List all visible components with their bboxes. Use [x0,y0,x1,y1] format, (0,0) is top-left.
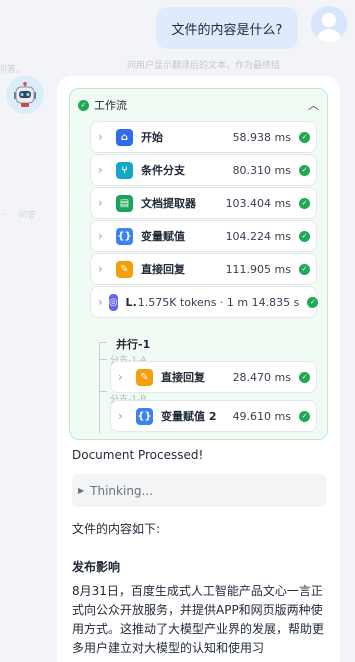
workflow-step[interactable]: › ⌂ 开始 58.938 ms ✓ [90,121,317,153]
home-icon: ⌂ [116,128,133,146]
check-circle-icon: ✓ [299,197,310,209]
thinking-label: Thinking... [90,483,153,498]
reply-icon: ✎ [116,260,133,278]
step-label: 条件分支 [141,164,185,177]
robot-icon [14,82,36,107]
answer-paragraph: 8月31日，百度生成式人工智能产品文心一言正式向公众开放服务，并提供APP和网页… [72,584,325,655]
step-label: 变量赋值 [141,230,185,243]
check-circle-icon: ✓ [307,296,319,308]
user-avatar [311,6,347,42]
step-time: 104.224 ms [225,229,291,243]
step-time: 49.610 ms [232,409,291,423]
chevron-right-icon: › [98,295,103,309]
user-message-text: 文件的内容是什么? [171,22,283,38]
processed-text: Document Processed! [72,448,204,462]
tree-connector [99,359,107,360]
chevron-right-icon: › [98,130,103,144]
step-label: 直接回复 [161,371,205,384]
chevron-right-icon: › [98,196,103,210]
thinking-toggle[interactable]: ▶ Thinking... [72,474,326,507]
step-time: 80.310 ms [232,163,291,177]
section-title: 发布影响 [72,560,121,574]
workflow-step[interactable]: › ◎ L . 1.575K tokens · 1 m 14.835 s ✓ [90,286,319,318]
bot-avatar [6,76,44,114]
chevron-up-icon[interactable]: ︿ [308,97,319,113]
workflow-title: 工作流 [94,99,127,112]
workflow-step[interactable]: › {} 变量赋值 2 49.610 ms ✓ [110,400,317,432]
background-text: 问答 [18,211,37,221]
chevron-right-icon: › [98,229,103,243]
step-time: 28.470 ms [232,370,291,384]
chevron-right-icon: › [98,163,103,177]
check-circle-icon: ✓ [299,164,310,176]
workflow-step[interactable]: › ⑂ 条件分支 80.310 ms ✓ [90,154,317,186]
chevron-right-icon: › [98,262,103,276]
workflow-header[interactable]: ✓ 工作流 ︿ [78,96,319,114]
content-intro: 文件的内容如下: [72,522,161,536]
step-label: L [125,295,133,309]
tree-connector [99,342,107,343]
variable-icon: {} [116,227,133,245]
check-circle-icon: ✓ [299,410,310,422]
user-message-bubble: 文件的内容是什么? [156,7,298,49]
check-circle-icon: ✓ [299,371,310,383]
step-time: 103.404 ms [225,196,291,210]
workflow-step[interactable]: › {} 变量赋值 104.224 ms ✓ [90,220,317,252]
step-label-ellipsis: . [132,295,137,309]
check-circle-icon: ✓ [299,263,310,275]
background-text: … [0,208,7,218]
step-label: 变量赋值 2 [161,410,217,423]
chevron-right-icon: › [118,370,123,384]
step-label: 文档提取器 [141,197,196,210]
workflow-step[interactable]: › ✎ 直接回复 111.905 ms ✓ [90,253,317,285]
tree-connector [99,391,107,392]
check-circle-icon: ✓ [299,131,310,143]
tree-connector [99,342,100,434]
step-time: 111.905 ms [225,262,291,276]
llm-icon: ◎ [108,293,118,311]
user-message-hint: 问用户显示翻译后的文本，作为最终结 [127,61,281,71]
workflow-step[interactable]: › ✎ 直接回复 28.470 ms ✓ [110,361,317,393]
caret-right-icon: ▶ [78,486,85,495]
step-tokens: 1.575K tokens · 1 m 14.835 s [137,295,300,309]
check-circle-icon: ✓ [78,99,89,111]
check-circle-icon: ✓ [299,230,310,242]
answer-card: ✓ 工作流 ︿ › ⌂ 开始 58.938 ms ✓ › ⑂ 条件分支 80.3… [57,76,340,662]
step-time: 58.938 ms [232,130,291,144]
branch-icon: ⑂ [116,161,133,179]
background-text: 问答。 [0,65,26,75]
step-label: 直接回复 [141,263,185,276]
reply-icon: ✎ [136,368,153,386]
workflow-step[interactable]: › ▤ 文档提取器 103.404 ms ✓ [90,187,317,219]
parallel-label: 并行-1 [116,338,151,351]
chevron-right-icon: › [118,409,123,423]
step-label: 开始 [141,131,163,144]
variable-icon: {} [136,407,153,425]
workflow-panel: ✓ 工作流 ︿ › ⌂ 开始 58.938 ms ✓ › ⑂ 条件分支 80.3… [69,88,328,440]
document-icon: ▤ [116,194,133,212]
